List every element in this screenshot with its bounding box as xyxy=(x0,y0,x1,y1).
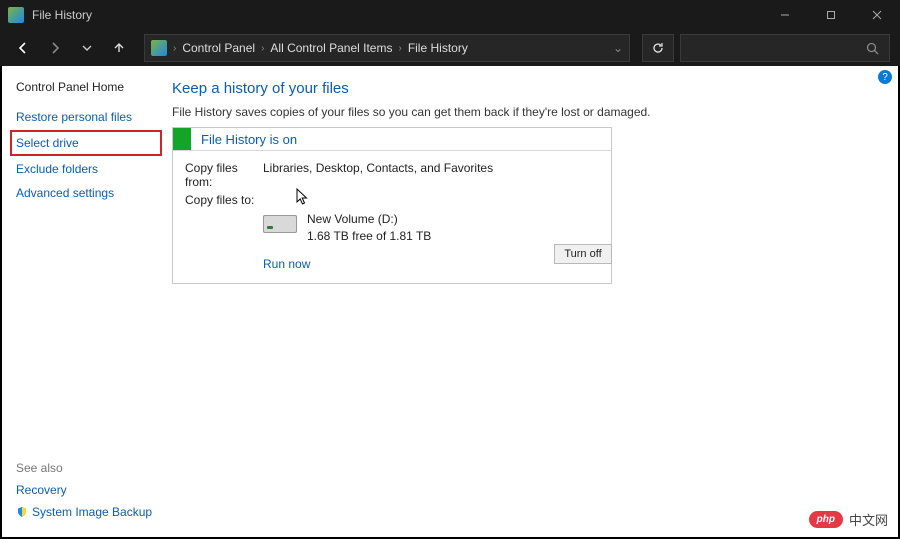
nav-bar: › Control Panel › All Control Panel Item… xyxy=(0,30,900,66)
content-area: ? Control Panel Home Restore personal fi… xyxy=(2,66,898,537)
page-description: File History saves copies of your files … xyxy=(172,105,868,119)
maximize-button[interactable] xyxy=(808,0,854,30)
see-also-label: See also xyxy=(16,461,162,475)
recent-dropdown[interactable] xyxy=(74,35,100,61)
address-bar[interactable]: › Control Panel › All Control Panel Item… xyxy=(144,34,630,62)
back-button[interactable] xyxy=(10,35,36,61)
sidebar-link-select-drive[interactable]: Select drive xyxy=(16,136,79,150)
refresh-button[interactable] xyxy=(642,34,674,62)
chevron-right-icon: › xyxy=(398,43,401,54)
search-input[interactable] xyxy=(680,34,890,62)
watermark-text: 中文网 xyxy=(849,510,888,529)
watermark: php 中文网 xyxy=(809,510,888,529)
sidebar-link-restore[interactable]: Restore personal files xyxy=(16,110,162,124)
page-heading: Keep a history of your files xyxy=(172,80,868,97)
shield-icon xyxy=(16,506,28,518)
breadcrumb-item[interactable]: All Control Panel Items xyxy=(270,41,392,55)
chevron-right-icon: › xyxy=(261,43,264,54)
window-title: File History xyxy=(32,8,762,22)
close-button[interactable] xyxy=(854,0,900,30)
main-panel: Keep a history of your files File Histor… xyxy=(162,66,898,537)
up-button[interactable] xyxy=(106,35,132,61)
control-panel-icon xyxy=(151,40,167,56)
chevron-right-icon: › xyxy=(173,43,176,54)
sidebar-link-advanced[interactable]: Advanced settings xyxy=(16,186,162,200)
drive-name: New Volume (D:) xyxy=(307,211,431,228)
minimize-button[interactable] xyxy=(762,0,808,30)
status-box: File History is on Copy files from: Libr… xyxy=(172,127,612,284)
run-now-link[interactable]: Run now xyxy=(263,257,599,271)
search-icon xyxy=(866,42,879,55)
sidebar-link-system-image[interactable]: System Image Backup xyxy=(16,505,162,519)
status-indicator xyxy=(173,128,191,150)
watermark-badge: php xyxy=(809,511,843,528)
copy-from-value: Libraries, Desktop, Contacts, and Favori… xyxy=(263,161,493,189)
status-title: File History is on xyxy=(191,132,297,147)
sidebar-link-exclude[interactable]: Exclude folders xyxy=(16,162,162,176)
breadcrumb-item[interactable]: File History xyxy=(408,41,468,55)
turn-off-button[interactable]: Turn off xyxy=(554,244,612,264)
forward-button[interactable] xyxy=(42,35,68,61)
copy-to-label: Copy files to: xyxy=(185,193,263,207)
chevron-down-icon[interactable]: ⌄ xyxy=(613,41,623,55)
sidebar: Control Panel Home Restore personal file… xyxy=(2,66,162,537)
drive-icon xyxy=(263,215,297,233)
drive-free-space: 1.68 TB free of 1.81 TB xyxy=(307,228,431,245)
control-panel-home-link[interactable]: Control Panel Home xyxy=(16,80,162,94)
app-icon xyxy=(8,7,24,23)
sidebar-link-recovery[interactable]: Recovery xyxy=(16,483,162,497)
breadcrumb-item[interactable]: Control Panel xyxy=(182,41,255,55)
copy-from-label: Copy files from: xyxy=(185,161,263,189)
annotation-highlight: Select drive xyxy=(10,130,162,156)
title-bar: File History xyxy=(0,0,900,30)
